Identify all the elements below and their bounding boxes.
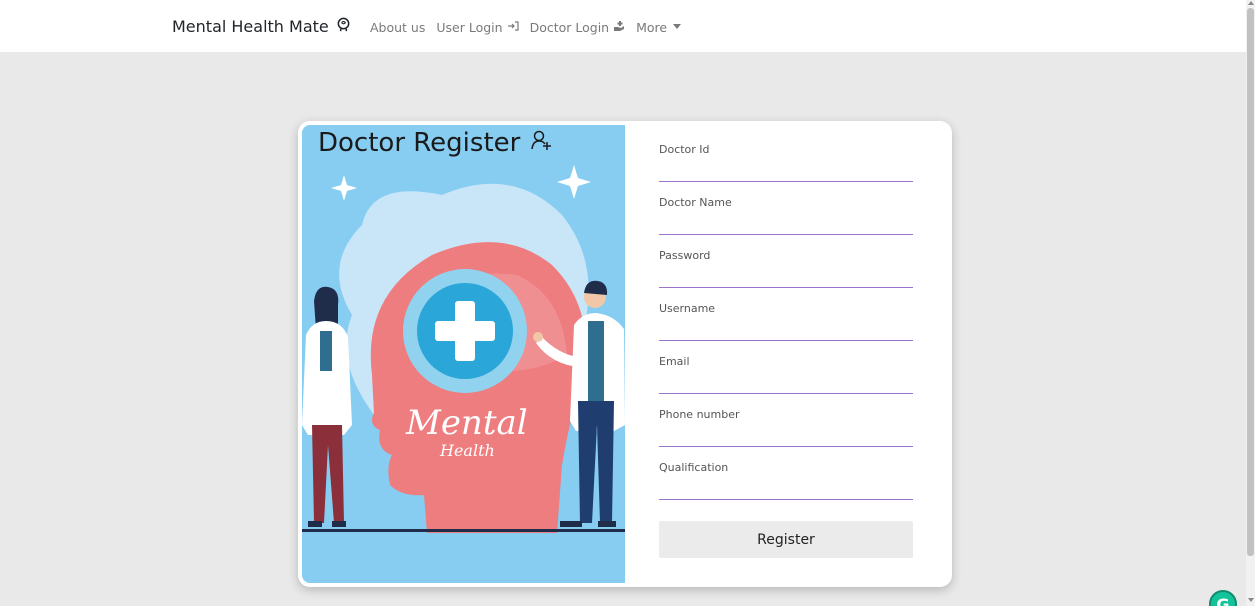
brand-name: Mental Health Mate: [172, 17, 329, 36]
username-field: Username: [659, 302, 913, 342]
doctor-id-field: Doctor Id: [659, 143, 913, 183]
nav-user-login-label: User Login: [436, 20, 503, 35]
nav-doctor-login-label: Doctor Login: [529, 20, 610, 35]
phone-number-field: Phone number: [659, 408, 913, 448]
qualification-field: Qualification: [659, 461, 913, 501]
page-title: Doctor Register: [318, 128, 552, 158]
password-field: Password: [659, 249, 913, 289]
username-label: Username: [659, 302, 716, 315]
password-input[interactable]: [659, 263, 913, 288]
brain-head-icon: [336, 17, 351, 36]
nav-user-login[interactable]: User Login: [436, 20, 519, 35]
nav-about-us[interactable]: About us: [370, 20, 425, 35]
page-title-text: Doctor Register: [318, 128, 521, 158]
nav-doctor-login[interactable]: Doctor Login: [530, 20, 626, 35]
hand-holding-medical-icon: [613, 20, 625, 35]
illustration-text-health: Health: [440, 441, 495, 460]
register-card: Doctor Register Mental Health Doctor Id …: [298, 121, 952, 587]
phone-number-label: Phone number: [659, 408, 740, 421]
doctor-name-input[interactable]: [659, 210, 913, 235]
doctor-name-field: Doctor Name: [659, 196, 913, 236]
username-input[interactable]: [659, 316, 913, 341]
brand-link[interactable]: Mental Health Mate: [172, 17, 351, 36]
nav-about-us-label: About us: [370, 20, 426, 35]
grammarly-icon[interactable]: G: [1209, 590, 1237, 606]
mental-health-illustration: Doctor Register Mental Health: [302, 125, 625, 583]
caret-down-icon: [671, 20, 683, 35]
nav-links: About us User Login Doctor Login More: [370, 20, 683, 35]
navbar: Mental Health Mate About us User Login D…: [0, 0, 1246, 52]
page-scrollbar[interactable]: [1246, 0, 1255, 606]
scroll-up-arrow-icon[interactable]: [1248, 1, 1254, 5]
qualification-label: Qualification: [659, 461, 729, 474]
sign-in-icon: [507, 20, 519, 35]
nav-more-label: More: [636, 20, 668, 35]
illustration-text-mental: Mental: [406, 403, 528, 443]
add-user-icon: [530, 128, 552, 158]
email-label: Email: [659, 355, 690, 368]
password-label: Password: [659, 249, 711, 262]
scroll-down-arrow-icon[interactable]: [1248, 598, 1254, 602]
register-button[interactable]: Register: [659, 521, 913, 558]
email-field: Email: [659, 355, 913, 395]
nav-more-dropdown[interactable]: More: [636, 20, 683, 35]
email-input[interactable]: [659, 369, 913, 394]
mental-health-illustration-art: [302, 165, 625, 533]
qualification-input[interactable]: [659, 475, 913, 500]
doctor-id-input[interactable]: [659, 157, 913, 182]
doctor-id-label: Doctor Id: [659, 143, 710, 156]
phone-number-input[interactable]: [659, 422, 913, 447]
scrollbar-thumb[interactable]: [1247, 8, 1254, 556]
doctor-name-label: Doctor Name: [659, 196, 732, 209]
